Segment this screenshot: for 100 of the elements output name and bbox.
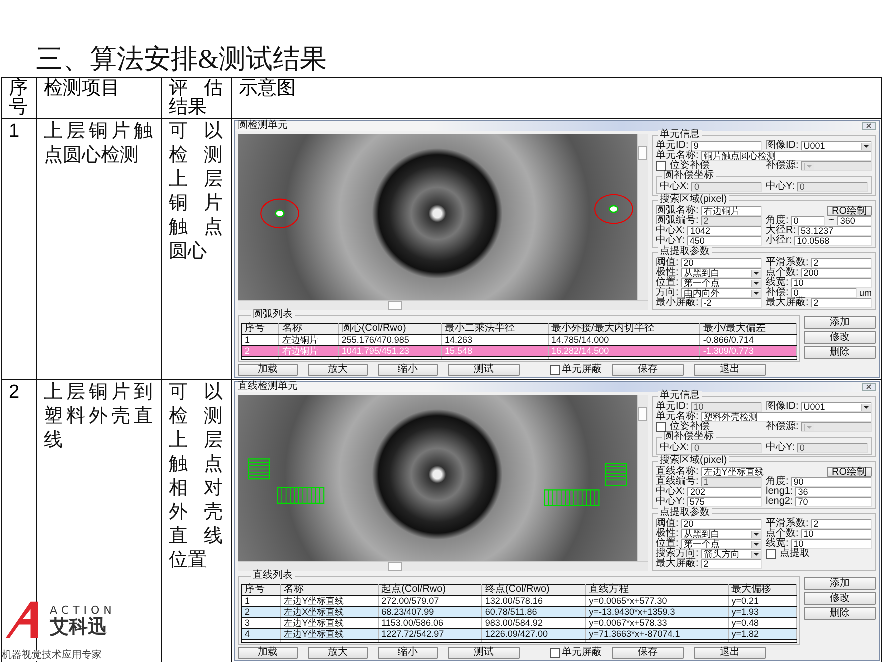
checkbox-label: 位姿补偿 <box>670 161 710 171</box>
dropdown[interactable]: 从黑到白 <box>680 529 762 539</box>
checkbox[interactable] <box>550 648 560 658</box>
field-label: 中心X: <box>660 182 690 192</box>
checkbox[interactable] <box>656 161 666 171</box>
column-header: 检测项目 <box>44 79 121 98</box>
input-field[interactable]: 2 <box>810 519 872 529</box>
table-cell: -1.309/0.773 <box>700 346 796 356</box>
input-field[interactable]: 0 <box>790 288 858 298</box>
toolbar-button[interactable]: 测试 <box>448 364 520 376</box>
toolbar-button[interactable]: 退出 <box>694 364 766 376</box>
input-field[interactable]: 右边铜片 <box>700 206 762 216</box>
action-button[interactable]: 删除 <box>804 346 876 359</box>
field-label: 线宽: <box>766 539 789 549</box>
field-label: 位置: <box>656 539 679 549</box>
dropdown[interactable]: 第一个点 <box>680 539 762 549</box>
input-field[interactable]: 53.1237 <box>798 226 872 236</box>
table-cell: 16.282/14.500 <box>548 346 700 356</box>
table-header: 名称 <box>280 584 378 596</box>
evaluation-result: 可以检测上层铜片触点圆心 <box>169 120 223 264</box>
input-field[interactable]: 2 <box>810 258 872 268</box>
input-field[interactable]: 10 <box>790 539 872 549</box>
checkbox-label: 位姿补偿 <box>670 422 710 432</box>
checkbox[interactable] <box>766 549 776 559</box>
field-label: 点个数: <box>766 529 799 539</box>
toolbar-button[interactable]: 放大 <box>308 647 368 659</box>
checkbox[interactable] <box>656 422 666 432</box>
toolbar-button[interactable]: 加载 <box>238 364 298 376</box>
field-label: 图像ID: <box>766 141 799 151</box>
field-label: 图像ID: <box>766 402 799 412</box>
group-title: 搜索区域(pixel) <box>658 456 730 466</box>
input-field[interactable]: 450 <box>686 236 762 246</box>
input-field[interactable]: 9 <box>690 141 762 151</box>
row-number: 2 <box>9 382 20 403</box>
scrollbar[interactable] <box>637 395 648 561</box>
toolbar-button[interactable]: 放大 <box>308 364 368 376</box>
scrollbar[interactable] <box>238 561 648 571</box>
action-button[interactable]: 添加 <box>804 577 876 590</box>
draw-button[interactable]: RO绘制 <box>827 467 872 477</box>
close-icon[interactable] <box>862 122 876 130</box>
input-field[interactable]: 2 <box>810 298 872 308</box>
input-field[interactable]: 0 <box>790 216 826 226</box>
toolbar-button[interactable]: 保存 <box>612 647 684 659</box>
dropdown[interactable]: 从黑到白 <box>680 268 762 278</box>
toolbar-button[interactable]: 测试 <box>448 647 520 659</box>
input-field[interactable]: 左边Y坐标直线 <box>700 467 762 477</box>
input-field[interactable]: 10.0568 <box>794 236 872 246</box>
field-label: 直线编号: <box>656 477 699 487</box>
column-header: 序号 <box>9 79 28 117</box>
input-field[interactable]: 塑料外壳检测 <box>700 412 872 422</box>
dropdown[interactable]: U001 <box>800 402 872 412</box>
toolbar-button[interactable]: 缩小 <box>378 364 438 376</box>
dropdown[interactable]: 由内向外 <box>680 288 762 298</box>
input-field[interactable]: 10 <box>790 278 872 288</box>
input-field[interactable]: 20 <box>680 258 762 268</box>
field-label: 中心X: <box>656 226 686 236</box>
toolbar-button[interactable]: 缩小 <box>378 647 438 659</box>
table-row[interactable]: 2 左边X坐标直线 68.23/407.99 60.78/511.86 y=-13.9430*x+1359.3 y=1.93 <box>242 606 796 618</box>
group-title: 圆补偿坐标 <box>662 171 716 181</box>
action-button[interactable]: 添加 <box>804 316 876 329</box>
input-field[interactable]: 360 <box>837 216 872 226</box>
input-field[interactable]: 90 <box>790 477 872 487</box>
action-button[interactable]: 修改 <box>804 592 876 605</box>
action-button[interactable]: 删除 <box>804 607 876 620</box>
group-title: 圆补偿坐标 <box>662 432 716 442</box>
toolbar-button[interactable]: 加载 <box>238 647 298 659</box>
table-row[interactable]: 4 左边Y坐标直线 1227.72/542.97 1226.09/427.00 y=71.3663*x+-87074.1 y=1.82 <box>242 628 796 640</box>
input-field[interactable]: 2 <box>700 559 762 569</box>
input-field[interactable]: -2 <box>700 298 762 308</box>
toolbar-button[interactable]: 退出 <box>694 647 766 659</box>
input-field[interactable]: 200 <box>800 268 872 278</box>
caret-icon <box>804 424 814 430</box>
input-field[interactable]: 202 <box>687 487 762 497</box>
input-field[interactable]: 10 <box>800 529 872 539</box>
input-field[interactable]: 20 <box>680 519 762 529</box>
input-field[interactable]: 575 <box>686 497 762 507</box>
checkbox[interactable] <box>550 365 560 375</box>
draw-button[interactable]: RO绘制 <box>827 206 872 216</box>
action-button[interactable]: 修改 <box>804 331 876 344</box>
input-field[interactable]: 1042 <box>687 226 762 236</box>
input-field[interactable]: 36 <box>795 487 872 497</box>
edge-grid-drawing <box>544 490 600 506</box>
table-header: 名称 <box>278 324 338 334</box>
table-cell: y=1.93 <box>728 606 796 618</box>
scrollbar[interactable] <box>637 134 648 300</box>
field-label: 平滑系数: <box>766 258 809 268</box>
edge-grid-drawing <box>277 487 325 504</box>
input-field[interactable]: 铜片触点圆心检测 <box>700 151 872 161</box>
scrollbar[interactable] <box>238 300 648 310</box>
dropdown[interactable]: 第一个点 <box>680 278 762 288</box>
input-field[interactable]: 70 <box>795 497 872 507</box>
field-label: 中心Y: <box>766 443 795 453</box>
toolbar-button[interactable]: 保存 <box>612 364 684 376</box>
group-title: 点提取参数 <box>658 247 712 257</box>
table-cell: 左边Y坐标直线 <box>280 628 378 640</box>
dropdown[interactable]: 箭头方向 <box>700 549 762 559</box>
field-label: 补偿源: <box>766 161 799 171</box>
close-icon[interactable] <box>862 383 876 391</box>
dropdown[interactable]: U001 <box>800 141 872 151</box>
field-label: 方向: <box>656 288 679 298</box>
